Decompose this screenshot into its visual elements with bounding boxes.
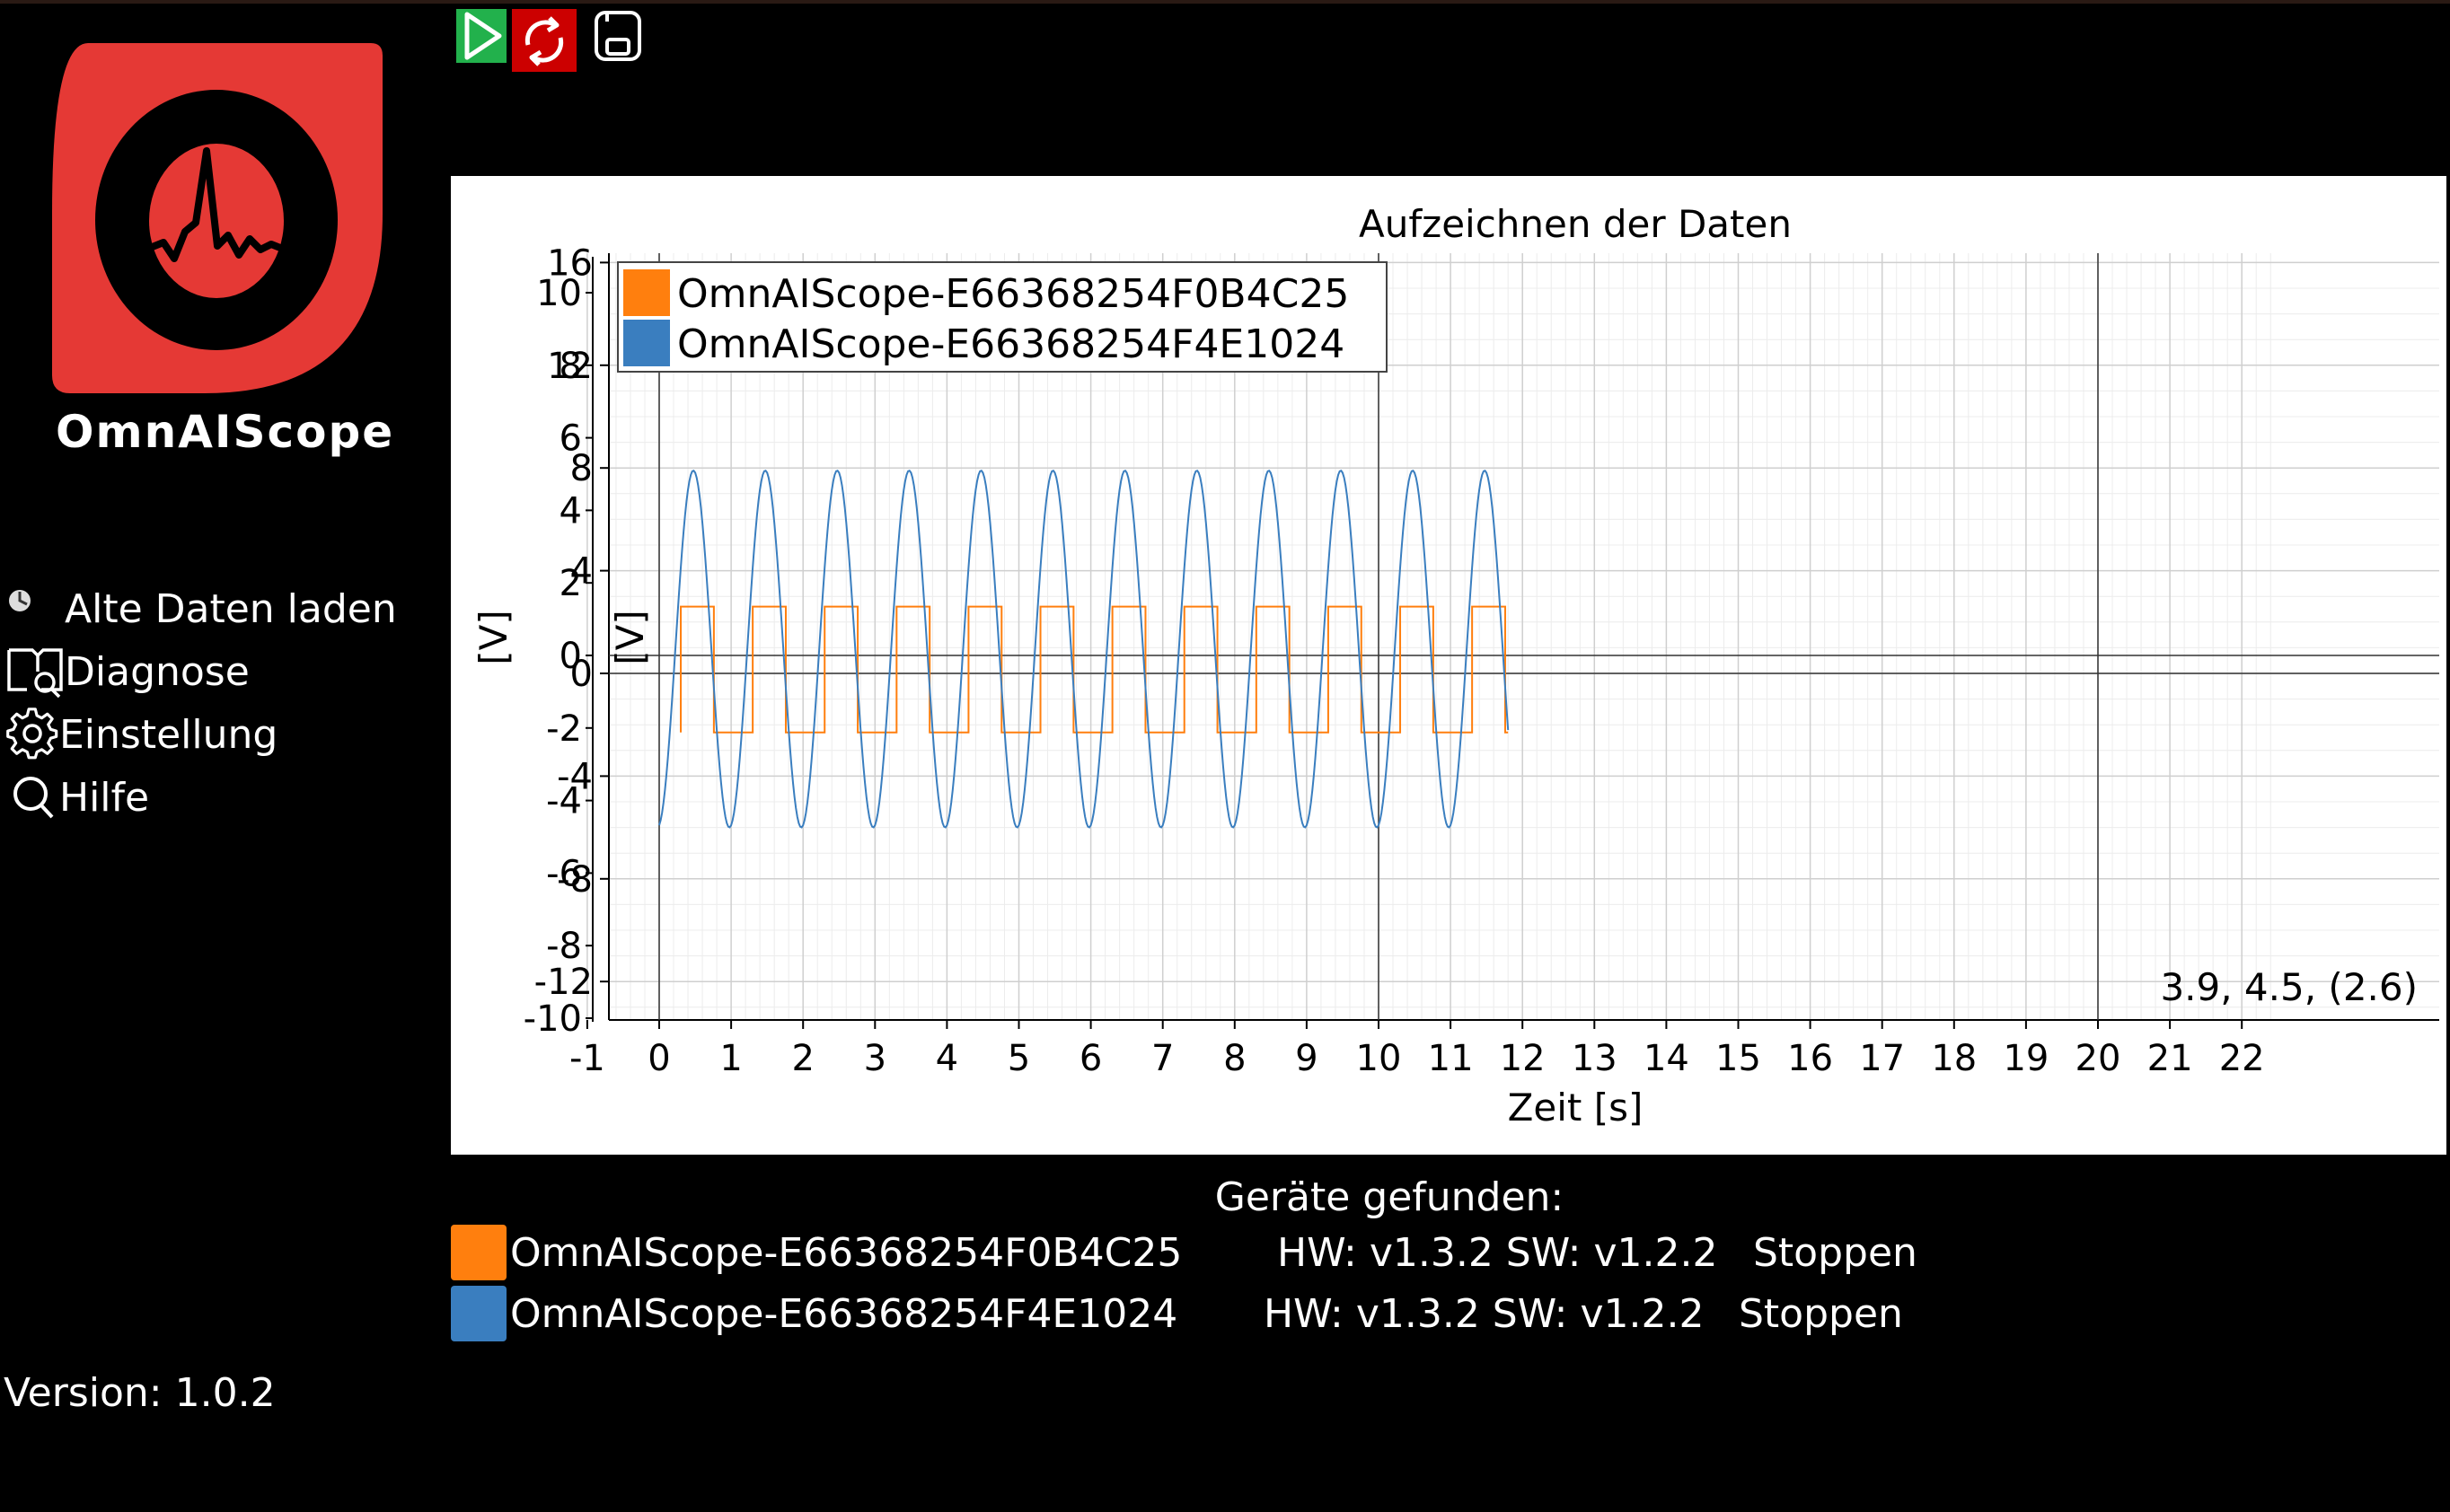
device-version: HW: v1.3.2 SW: v1.2.2 — [1264, 1291, 1705, 1337]
legend-swatch — [623, 269, 670, 316]
device-list: Geräte gefunden: OmnAIScope-E66368254F0B… — [451, 1171, 2446, 1350]
device-color-swatch — [451, 1286, 507, 1341]
sidebar-item-einstellung[interactable]: Einstellung — [5, 708, 278, 761]
refresh-icon — [512, 9, 577, 72]
x-tick-label: 15 — [1715, 1038, 1761, 1079]
y-tick-label-outer: 0 — [560, 636, 582, 677]
device-stop-button[interactable]: Stoppen — [1739, 1291, 1903, 1337]
x-axis-label: Zeit [s] — [1508, 1086, 1644, 1130]
app-name: OmnAIScope — [56, 406, 395, 458]
y-tick-label-outer: -6 — [546, 853, 582, 894]
data-plot[interactable]: Aufzeichnen der Daten -1 0 1 2 3 4 5 6 7 8 9 10 11 12… — [451, 176, 2446, 1155]
x-tick-label: 2 — [791, 1038, 814, 1079]
device-color-swatch — [451, 1225, 507, 1280]
x-tick-label: 17 — [1859, 1038, 1905, 1079]
play-button[interactable] — [456, 9, 507, 66]
x-tick-label: 0 — [648, 1038, 670, 1079]
search-icon — [13, 777, 54, 819]
x-tick-label: 19 — [2003, 1038, 2049, 1079]
y-tick-label-outer: 4 — [560, 490, 582, 532]
x-tick-label: 3 — [864, 1038, 886, 1079]
refresh-button[interactable] — [512, 9, 577, 75]
x-tick-label: 20 — [2075, 1038, 2121, 1079]
x-tick-label: 11 — [1428, 1038, 1474, 1079]
device-row: OmnAIScope-E66368254F0B4C25 HW: v1.3.2 S… — [451, 1225, 2247, 1282]
devices-title-text: Geräte gefunden: — [1214, 1174, 1564, 1220]
chart-legend: OmnAIScope-E66368254F0B4C25OmnAIScope-E6… — [617, 261, 1388, 373]
x-tick-label: 10 — [1356, 1038, 1402, 1079]
version-label: Version: 1.0.2 — [4, 1370, 276, 1416]
chart-panel: Aufzeichnen der Daten -1 0 1 2 3 4 5 6 7 8 9 10 11 12… — [451, 176, 2446, 1155]
omnaiscope-logo-icon — [52, 43, 383, 393]
y-tick-label-inner: -12 — [534, 962, 593, 1003]
x-tick-label: 14 — [1644, 1038, 1689, 1079]
x-tick-label: 22 — [2219, 1038, 2265, 1079]
y-tick-label-outer: -4 — [546, 781, 582, 822]
x-tick-label: 16 — [1787, 1038, 1833, 1079]
y-tick-label-outer: 2 — [560, 563, 582, 604]
gear-icon — [6, 708, 58, 760]
x-tick-label: -1 — [569, 1038, 605, 1079]
sidebar-item-hilfe[interactable]: Hilfe — [5, 770, 149, 824]
sidebar-item-label: Alte Daten laden — [65, 585, 397, 632]
device-stop-button[interactable]: Stoppen — [1753, 1230, 1917, 1276]
x-tick-label: 5 — [1008, 1038, 1030, 1079]
y-tick-label-outer: 10 — [536, 273, 582, 314]
sidebar-item-diagnose[interactable]: Diagnose — [5, 645, 250, 699]
load-data-icon — [9, 590, 31, 611]
y-axis-label-inner: [V] — [608, 610, 652, 665]
sidebar-item-alte-daten-laden[interactable]: Alte Daten laden — [5, 582, 397, 636]
device-name: OmnAIScope-E66368254F4E1024 — [510, 1291, 1178, 1337]
x-tick-label: 6 — [1080, 1038, 1102, 1079]
legend-entry: OmnAIScope-E66368254F4E1024 — [677, 321, 1344, 367]
save-button[interactable] — [593, 9, 643, 66]
chart-title: Aufzeichnen der Daten — [1359, 202, 1792, 246]
y-tick-label-outer: -10 — [524, 998, 582, 1040]
diagnose-icon — [7, 648, 63, 699]
y-axis-label-outer: [V] — [471, 610, 516, 665]
window-top-edge — [0, 0, 2450, 4]
save-icon — [595, 11, 641, 61]
play-icon — [456, 9, 507, 63]
x-tick-label: 9 — [1295, 1038, 1318, 1079]
x-tick-label: 4 — [936, 1038, 958, 1079]
sidebar-item-label: Einstellung — [59, 711, 278, 758]
x-tick-label: 18 — [1931, 1038, 1977, 1079]
x-tick-label: 13 — [1572, 1038, 1617, 1079]
sidebar-item-label: Hilfe — [59, 774, 150, 821]
legend-entry: OmnAIScope-E66368254F0B4C25 — [677, 271, 1349, 317]
x-tick-label: 8 — [1223, 1038, 1246, 1079]
y-tick-label-outer: 8 — [560, 346, 582, 387]
x-tick-label: 12 — [1500, 1038, 1546, 1079]
device-version: HW: v1.3.2 SW: v1.2.2 — [1277, 1230, 1718, 1276]
x-tick-label: 1 — [719, 1038, 742, 1079]
y-tick-label-outer: -2 — [546, 708, 582, 750]
sidebar-item-label: Diagnose — [65, 648, 250, 695]
device-name: OmnAIScope-E66368254F0B4C25 — [510, 1230, 1183, 1276]
cursor-readout: 3.9, 4.5, (2.6) — [2160, 965, 2418, 1009]
devices-title: Geräte gefunden: — [451, 1174, 2446, 1220]
legend-swatch — [623, 320, 670, 366]
x-tick-label: 7 — [1151, 1038, 1174, 1079]
device-row: OmnAIScope-E66368254F4E1024 HW: v1.3.2 S… — [451, 1286, 2247, 1343]
y-tick-label-outer: 6 — [560, 418, 582, 460]
x-tick-label: 21 — [2147, 1038, 2193, 1079]
y-tick-label-outer: -8 — [546, 926, 582, 967]
